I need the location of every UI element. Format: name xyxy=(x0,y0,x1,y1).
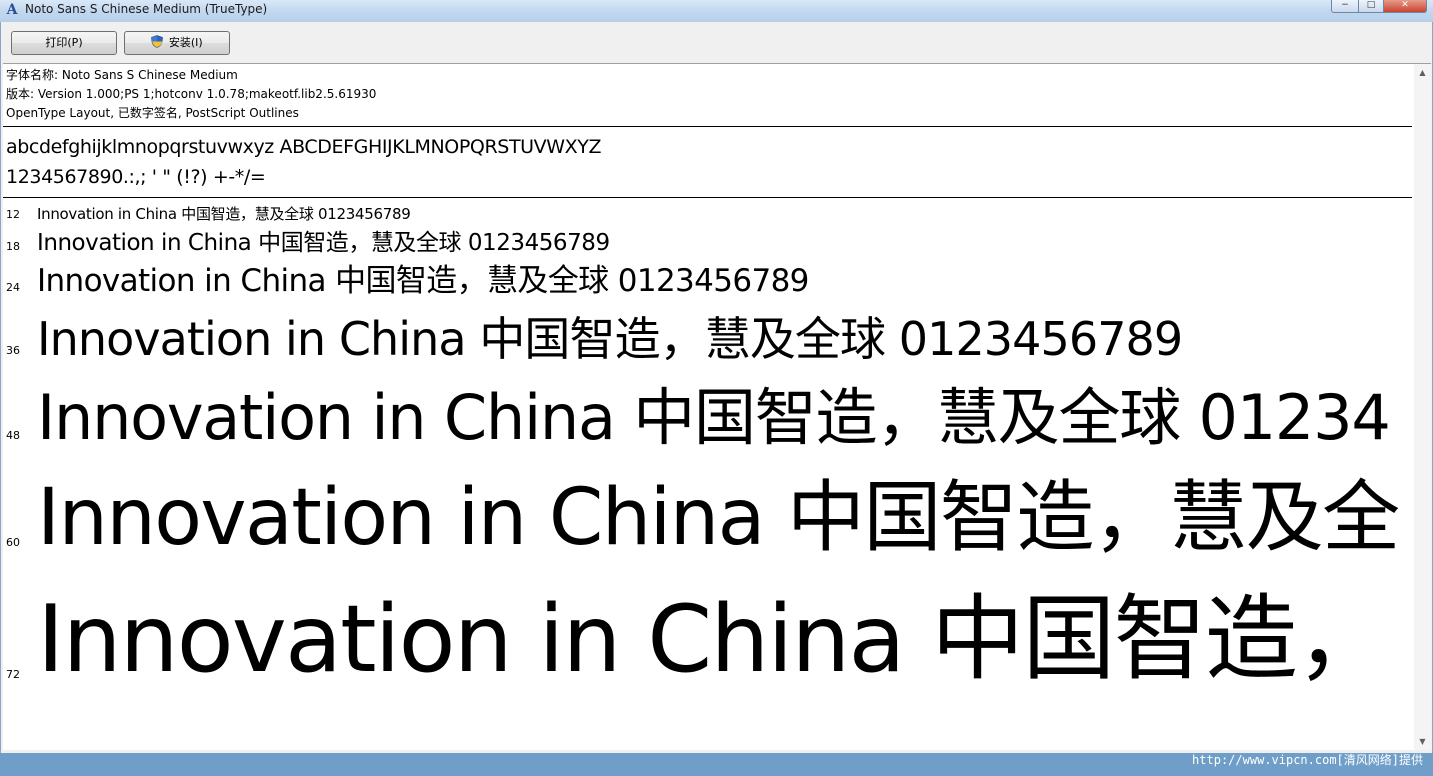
divider xyxy=(3,126,1412,127)
font-type-line: OpenType Layout, 已数字签名, PostScript Outli… xyxy=(6,106,299,120)
sample-text: Innovation in China 中国智造，慧及全球 01234 xyxy=(37,381,1391,454)
font-viewer-app-icon: A xyxy=(6,2,18,18)
sample-size-label: 72 xyxy=(6,668,20,681)
sample-text: Innovation in China 中国智造，慧及全球 0123456789 xyxy=(37,205,411,223)
scroll-down-arrow-icon[interactable]: ▼ xyxy=(1414,733,1431,750)
title-bar[interactable]: A Noto Sans S Chinese Medium (TrueType) … xyxy=(0,0,1433,22)
close-button[interactable]: ✕ xyxy=(1384,0,1427,13)
window-title: Noto Sans S Chinese Medium (TrueType) xyxy=(25,2,268,16)
window-controls: − □ ✕ xyxy=(1331,0,1427,13)
maximize-button[interactable]: □ xyxy=(1359,0,1384,13)
sample-text: Innovation in China 中国智造，慧及全 xyxy=(37,473,1400,563)
vertical-scrollbar[interactable]: ▲ ▼ xyxy=(1414,63,1431,750)
sample-size-label: 60 xyxy=(6,536,20,549)
charset-digits: 1234567890.:,; ' " (!?) +-*/= xyxy=(6,166,266,188)
font-version-line: 版本: Version 1.000;PS 1;hotconv 1.0.78;ma… xyxy=(6,87,377,101)
watermark: http://www.vipcn.com[清风网络]提供 xyxy=(1192,753,1423,767)
charset-letters: abcdefghijklmnopqrstuvwxyz ABCDEFGHIJKLM… xyxy=(6,136,602,158)
sample-size-label: 24 xyxy=(6,281,20,294)
sample-text: Innovation in China 中国智造，慧及全球 0123456789 xyxy=(37,263,809,299)
toolbar: 打印(P) 安装(I) xyxy=(1,22,1432,63)
sample-size-label: 18 xyxy=(6,240,20,253)
install-button[interactable]: 安装(I) xyxy=(124,31,230,55)
scroll-up-arrow-icon[interactable]: ▲ xyxy=(1414,64,1431,81)
sample-text: Innovation in China 中国智造，慧及全球 0123456789 xyxy=(37,312,1183,366)
font-preview-pane[interactable]: 字体名称: Noto Sans S Chinese Medium 版本: Ver… xyxy=(3,63,1414,750)
window-frame: 打印(P) 安装(I) 字体名称: Noto Sans S Chinese Me… xyxy=(0,22,1433,753)
sample-size-label: 48 xyxy=(6,429,20,442)
minimize-button[interactable]: − xyxy=(1331,0,1359,13)
divider xyxy=(3,197,1412,198)
sample-text: Innovation in China 中国智造， xyxy=(37,585,1389,693)
print-button-label: 打印(P) xyxy=(45,36,83,49)
sample-text: Innovation in China 中国智造，慧及全球 0123456789 xyxy=(37,230,610,256)
sample-size-label: 36 xyxy=(6,344,20,357)
print-button[interactable]: 打印(P) xyxy=(11,31,117,55)
uac-shield-icon xyxy=(151,35,164,48)
font-name-line: 字体名称: Noto Sans S Chinese Medium xyxy=(6,68,238,82)
sample-size-label: 12 xyxy=(6,208,20,221)
install-button-label: 安装(I) xyxy=(168,36,203,49)
